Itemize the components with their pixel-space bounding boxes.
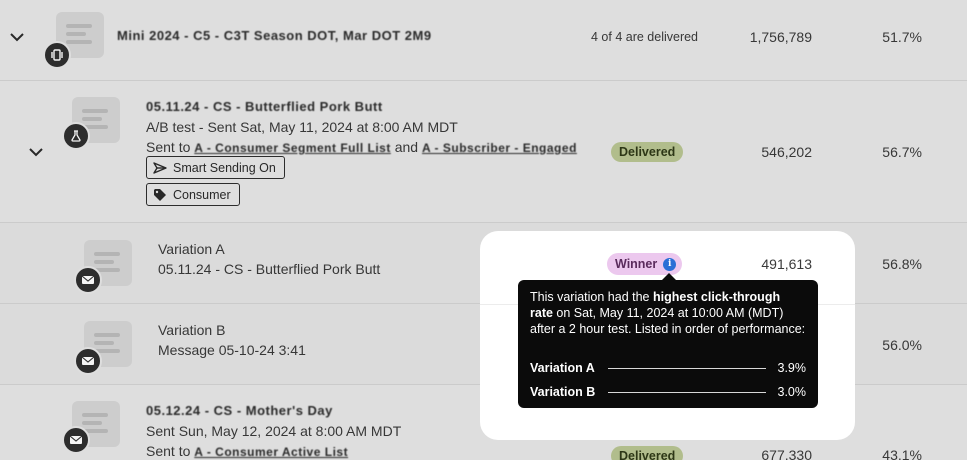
rate-value: 51.7% (882, 29, 922, 45)
sent-to-prefix: Sent to (146, 443, 191, 459)
ranking-divider (608, 367, 766, 369)
delivered-badge: Delivered (611, 142, 684, 162)
sent-to-prefix: Sent to (146, 139, 191, 155)
smart-sending-tag[interactable]: Smart Sending On (146, 156, 285, 179)
delivered-badge: Delivered (611, 446, 684, 460)
campaign-title[interactable]: 05.12.24 - CS - Mother's Day (146, 403, 333, 418)
stacked-pages-icon (43, 41, 71, 69)
tag-label: Smart Sending On (173, 160, 276, 175)
tag-icon (154, 188, 166, 201)
campaign-row-series[interactable]: Mini 2024 - C5 - C3T Season DOT, Mar DOT… (0, 0, 967, 81)
tooltip-rest: on Sat, May 11, 2024 at 10:00 AM (MDT) a… (530, 306, 806, 336)
envelope-icon (74, 266, 102, 294)
campaign-subtitle: Sent Sun, May 12, 2024 at 8:00 AM MDT (146, 423, 402, 439)
recipient-list-link[interactable]: A - Consumer Segment Full List (194, 141, 391, 155)
rate-value: 56.0% (882, 337, 922, 353)
variation-title[interactable]: Variation B (158, 322, 225, 338)
campaign-row-ab-test[interactable]: 05.11.24 - CS - Butterflied Pork Butt A/… (0, 81, 967, 223)
and-word: and (394, 139, 419, 155)
variation-title[interactable]: Variation A (158, 241, 225, 257)
ranking-value: 3.9% (777, 361, 807, 375)
ranking-row: Variation A 3.9% (530, 360, 806, 376)
recipients-count: 1,756,789 (749, 29, 812, 45)
sent-to-line: Sent to A - Consumer Segment Full List a… (146, 139, 577, 155)
ranking-name: Variation A (530, 361, 595, 375)
recipient-list-link[interactable]: A - Consumer Active List (194, 445, 348, 459)
ranking-row: Variation B 3.0% (530, 384, 806, 400)
tooltip-text: This variation had the highest click-thr… (530, 289, 806, 337)
campaign-title[interactable]: Mini 2024 - C5 - C3T Season DOT, Mar DOT… (117, 28, 432, 43)
send-icon (153, 161, 167, 174)
tooltip-intro: This variation had the (530, 290, 653, 304)
ranking-value: 3.0% (777, 385, 807, 399)
recipients-count: 677,330 (761, 447, 812, 460)
campaign-title[interactable]: 05.11.24 - CS - Butterflied Pork Butt (146, 99, 383, 114)
flask-icon (62, 122, 90, 150)
campaign-subtitle: A/B test - Sent Sat, May 11, 2024 at 8:0… (146, 119, 458, 135)
rate-value: 56.7% (882, 144, 922, 160)
consumer-tag[interactable]: Consumer (146, 183, 240, 206)
envelope-icon (62, 426, 90, 454)
delivery-status-text: 4 of 4 are delivered (591, 30, 699, 44)
variation-subtitle: 05.11.24 - CS - Butterflied Pork Butt (158, 261, 381, 277)
recipients-count: 546,202 (761, 144, 812, 160)
ranking-divider (608, 391, 766, 393)
rate-value: 43.1% (882, 447, 922, 460)
info-icon[interactable]: i (663, 257, 677, 271)
rate-value: 56.8% (882, 256, 922, 272)
winner-label: Winner (615, 257, 658, 271)
ranking-name: Variation B (530, 385, 596, 399)
recipient-list-link[interactable]: A - Subscriber - Engaged (422, 141, 577, 155)
envelope-icon (74, 347, 102, 375)
chevron-down-icon[interactable] (8, 28, 26, 46)
tag-label: Consumer (173, 187, 231, 202)
sent-to-line: Sent to A - Consumer Active List (146, 443, 348, 459)
winner-badge[interactable]: Winner i (607, 253, 683, 275)
winner-tooltip: This variation had the highest click-thr… (518, 273, 818, 408)
chevron-down-icon[interactable] (27, 143, 45, 161)
recipients-count: 491,613 (761, 256, 812, 272)
variation-subtitle: Message 05-10-24 3:41 (158, 342, 306, 358)
